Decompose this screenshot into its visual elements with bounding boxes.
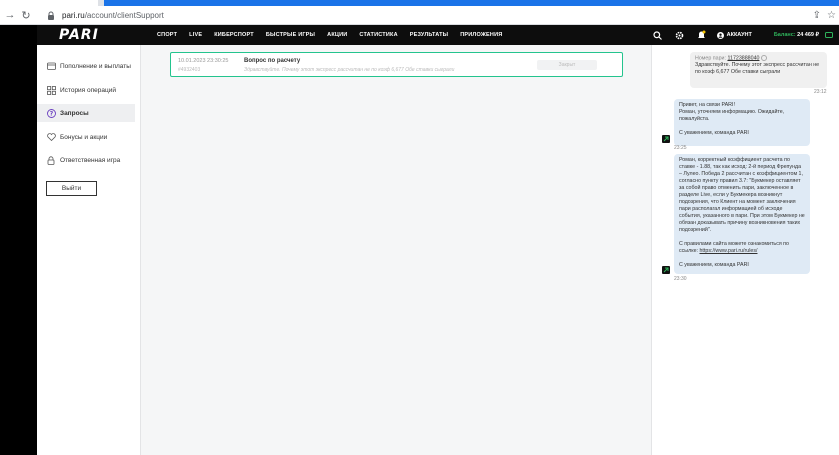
support-message: Роман, корректный коэффициент расчета по… <box>674 154 810 274</box>
pari-logo[interactable]: PARI <box>59 27 129 43</box>
nav-fast-games[interactable]: БЫСТРЫЕ ИГРЫ <box>260 32 321 38</box>
user-message: Номер пари: 11723888040 Здравствуйте. По… <box>690 52 827 88</box>
nav-esports[interactable]: КИБЕРСПОРТ <box>208 32 260 38</box>
bet-number-label: Номер пари: <box>695 55 726 62</box>
balance[interactable]: Баланс: 24 469 ₽ <box>774 32 819 38</box>
account-label: АККАУНТ <box>726 32 752 38</box>
support-avatar <box>662 135 670 143</box>
star-icon[interactable]: ☆ <box>827 10 836 21</box>
request-title: Вопрос по расчету <box>244 58 301 64</box>
balance-label: Баланс: <box>773 32 796 38</box>
sidebar-item-label: Пополнение и выплаты <box>60 62 131 70</box>
search-icon[interactable] <box>651 28 665 42</box>
message-time: 23:30 <box>674 276 687 282</box>
sidebar-item-bonuses[interactable]: Бонусы и акции <box>37 128 135 146</box>
lock-icon <box>46 155 56 165</box>
sidebar-item-requests[interactable]: ? Запросы <box>37 104 135 122</box>
account-sidebar: Пополнение и выплаты История операций ? … <box>37 45 140 455</box>
back-arrow-icon[interactable]: → <box>2 7 18 23</box>
bet-number-link[interactable]: 11723888040 <box>727 55 759 61</box>
grid-icon <box>46 85 56 95</box>
support-message: Привет, на связи PARI! Роман, уточняем и… <box>674 99 810 146</box>
message-time: 23:25 <box>674 145 687 151</box>
sidebar-item-responsible-gaming[interactable]: Ответственная игра <box>37 151 135 169</box>
request-preview: Здравствуйте. Почему этот экспресс рассч… <box>244 67 455 73</box>
nav-statistics[interactable]: СТАТИСТИКА <box>353 32 403 38</box>
heart-icon <box>46 132 56 142</box>
info-icon[interactable] <box>761 55 768 61</box>
wallet-icon[interactable] <box>822 28 836 42</box>
support-message-text: Роман, корректный коэффициент расчета по… <box>679 157 805 233</box>
top-nav: СПОРТ LIVE КИБЕРСПОРТ БЫСТРЫЕ ИГРЫ АКЦИИ… <box>151 32 508 38</box>
question-icon: ? <box>46 108 56 118</box>
site-header: PARI СПОРТ LIVE КИБЕРСПОРТ БЫСТРЫЕ ИГРЫ … <box>37 25 839 45</box>
wallet-icon <box>46 61 56 71</box>
rules-link[interactable]: https://www.pari.ru/rules/ <box>699 248 757 254</box>
bell-icon[interactable] <box>695 28 709 42</box>
sidebar-item-label: Ответственная игра <box>60 156 121 164</box>
page-left-margin <box>0 25 37 455</box>
sidebar-item-history[interactable]: История операций <box>37 81 135 99</box>
request-id: #4932403 <box>178 67 201 73</box>
sidebar-item-label: История операций <box>60 86 116 94</box>
support-message-line: Привет, на связи PARI! <box>679 102 735 108</box>
nav-results[interactable]: РЕЗУЛЬТАТЫ <box>404 32 455 38</box>
url-text[interactable]: pari.ru/account/clientSupport <box>62 11 164 20</box>
nav-sport[interactable]: СПОРТ <box>151 32 183 38</box>
support-message-line: Роман, уточняем информацию. Ожидайте, по… <box>679 109 785 122</box>
sidebar-item-payments[interactable]: Пополнение и выплаты <box>37 57 135 75</box>
gear-icon[interactable] <box>673 28 687 42</box>
support-chat: Номер пари: 11723888040 Здравствуйте. По… <box>652 45 839 455</box>
request-date: 10.01.2023 23:30:25 <box>178 58 229 64</box>
message-time: 23:12 <box>814 89 827 95</box>
request-status-badge: Закрыт <box>537 60 597 70</box>
logout-button[interactable]: Выйти <box>46 181 97 196</box>
support-signature: С уважением, команда PARI <box>679 262 749 268</box>
requests-list: 10.01.2023 23:30:25 #4932403 Вопрос по р… <box>140 45 652 455</box>
nav-promotions[interactable]: АКЦИИ <box>321 32 353 38</box>
sidebar-item-label: Бонусы и акции <box>60 133 108 141</box>
address-bar: → ↻ pari.ru/account/clientSupport ⇪ ☆ <box>0 6 839 25</box>
user-icon <box>716 31 724 39</box>
support-signature: С уважением, команда PARI <box>679 130 749 136</box>
request-card[interactable]: 10.01.2023 23:30:25 #4932403 Вопрос по р… <box>170 52 623 77</box>
support-avatar <box>662 266 670 274</box>
user-message-text: Здравствуйте. Почему этот экспресс рассч… <box>695 62 820 76</box>
account-button[interactable]: АККАУНТ <box>716 31 752 39</box>
nav-live[interactable]: LIVE <box>183 32 208 38</box>
balance-value: 24 469 ₽ <box>797 32 819 38</box>
nav-apps[interactable]: ПРИЛОЖЕНИЯ <box>454 32 508 38</box>
lock-icon[interactable] <box>46 10 56 20</box>
sidebar-item-label: Запросы <box>60 109 89 117</box>
share-icon[interactable]: ⇪ <box>813 10 821 21</box>
reload-icon[interactable]: ↻ <box>18 7 34 23</box>
svg-text:?: ? <box>49 110 53 117</box>
